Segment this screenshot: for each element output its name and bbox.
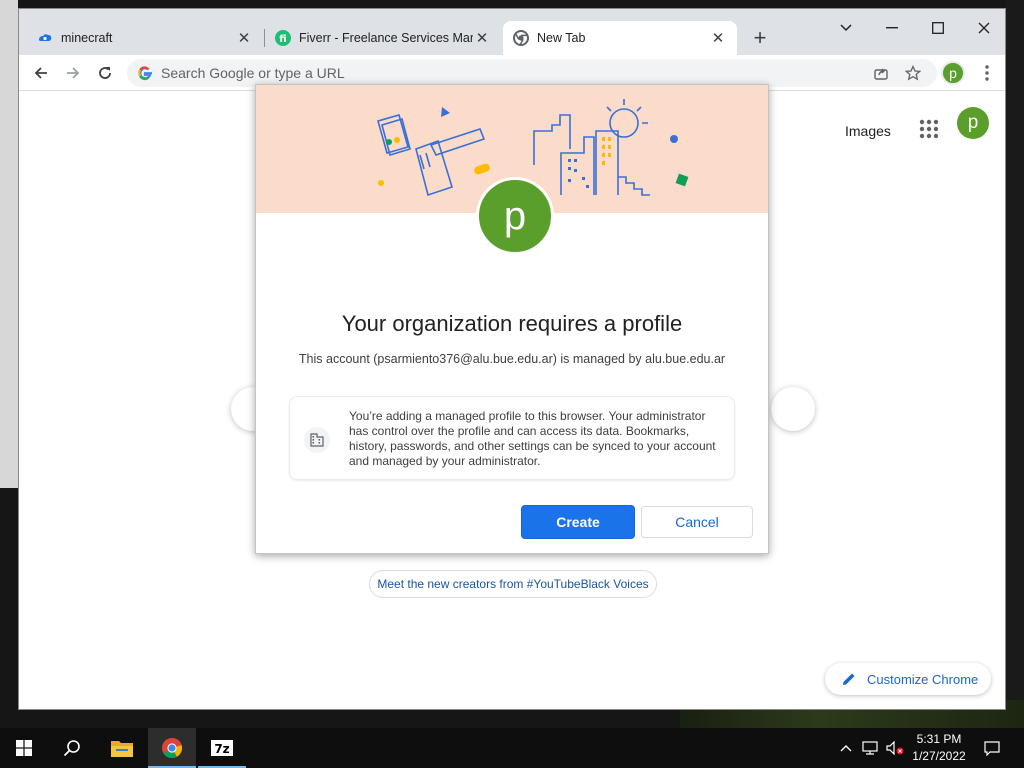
- tab-title: minecraft: [61, 31, 113, 45]
- dialog-title: Your organization requires a profile: [341, 311, 683, 336]
- svg-text:7z: 7z: [214, 742, 229, 756]
- share-icon[interactable]: [869, 61, 893, 85]
- volume-muted-icon[interactable]: [884, 728, 906, 768]
- tab-minecraft[interactable]: minecraft ✕: [27, 21, 263, 55]
- customize-label: Customize Chrome: [867, 671, 979, 687]
- managed-profile-dialog: p Your organization requires a profile T…: [255, 84, 769, 554]
- bookmark-star-icon[interactable]: [901, 61, 925, 85]
- chrome-icon[interactable]: [148, 728, 196, 768]
- chrome-icon: [513, 30, 529, 46]
- notifications-icon[interactable]: [980, 728, 1004, 768]
- fiverr-icon: fi: [275, 30, 291, 46]
- background-window-edge: [0, 0, 18, 488]
- minimize-icon[interactable]: [869, 13, 915, 43]
- omnibox-input[interactable]: [161, 65, 761, 81]
- tab-search-icon[interactable]: [823, 13, 869, 43]
- managed-info-text: You’re adding a managed profile to this …: [349, 409, 716, 468]
- tab-new-tab[interactable]: New Tab ✕: [503, 21, 737, 55]
- ntp-search-box-right: [771, 387, 815, 431]
- clock-time: 5:31 PM: [916, 732, 962, 746]
- create-button[interactable]: Create: [521, 505, 635, 539]
- network-icon[interactable]: [860, 728, 880, 768]
- file-explorer-icon[interactable]: [98, 728, 146, 768]
- start-icon[interactable]: [0, 728, 48, 768]
- omnibox[interactable]: [127, 59, 937, 87]
- dialog-avatar: p: [476, 177, 554, 255]
- reload-icon[interactable]: [91, 59, 119, 87]
- managed-info-box: You’re adding a managed profile to this …: [289, 396, 735, 480]
- ntp-promo-link[interactable]: Meet the new creators from #YouTubeBlack…: [369, 570, 657, 598]
- system-clock[interactable]: 5:31 PM 1/27/2022: [904, 731, 974, 765]
- taskbar: 7z 5:31 PM 1/27/2022: [0, 728, 1024, 768]
- google-apps-icon[interactable]: [915, 115, 943, 143]
- forward-icon[interactable]: [59, 59, 87, 87]
- show-hidden-icons-icon[interactable]: [836, 728, 856, 768]
- close-tab-icon[interactable]: ✕: [473, 29, 491, 47]
- pencil-icon: [841, 671, 857, 687]
- new-tab-button[interactable]: +: [747, 25, 773, 51]
- tab-title: Fiverr - Freelance Services Marke: [299, 31, 473, 45]
- ntp-profile-avatar[interactable]: p: [957, 107, 989, 139]
- close-tab-icon[interactable]: ✕: [235, 29, 253, 47]
- cancel-button[interactable]: Cancel: [641, 506, 753, 538]
- close-window-icon[interactable]: [961, 13, 1005, 43]
- tab-title: New Tab: [537, 31, 586, 45]
- profile-avatar-button[interactable]: p: [941, 61, 965, 85]
- desktop-right: [1006, 0, 1024, 700]
- building-icon: [304, 427, 330, 453]
- cloud-edu-icon: [37, 30, 53, 46]
- menu-kebab-icon[interactable]: [975, 61, 999, 85]
- customize-chrome-button[interactable]: Customize Chrome: [825, 663, 991, 695]
- close-tab-icon[interactable]: ✕: [709, 29, 727, 47]
- 7zip-icon[interactable]: 7z: [198, 728, 246, 768]
- dialog-subtitle: This account (psarmiento376@alu.bue.edu.…: [298, 352, 726, 366]
- clock-date: 1/27/2022: [912, 749, 966, 763]
- svg-text:fi: fi: [279, 34, 286, 45]
- search-icon[interactable]: [48, 728, 96, 768]
- maximize-icon[interactable]: [915, 13, 961, 43]
- tab-strip: minecraft ✕ fi Fiverr - Freelance Servic…: [19, 9, 1005, 55]
- google-g-icon: [137, 65, 153, 81]
- images-link[interactable]: Images: [845, 123, 891, 139]
- tab-fiverr[interactable]: fi Fiverr - Freelance Services Marke ✕: [265, 21, 501, 55]
- back-icon[interactable]: [27, 59, 55, 87]
